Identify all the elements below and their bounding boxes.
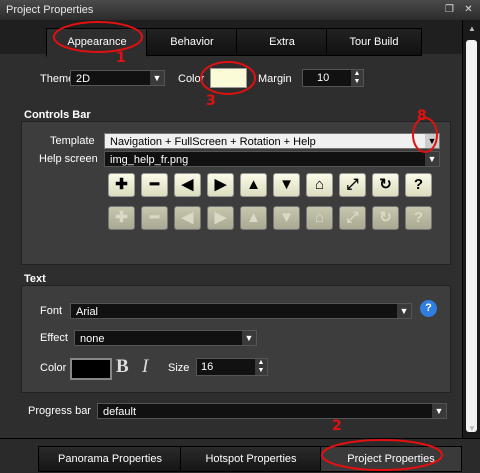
annotation-circle-appearance — [53, 21, 143, 53]
annotation-overlay — [53, 21, 443, 471]
annotation-number-3: 3 — [206, 93, 216, 109]
annotation-circle-color — [200, 61, 256, 95]
annotation-number-2: 2 — [332, 418, 342, 434]
annotation-number-1: 1 — [116, 50, 126, 66]
annotation-circle-project-tab — [321, 439, 443, 471]
annotation-number-8: 8 — [417, 108, 427, 124]
